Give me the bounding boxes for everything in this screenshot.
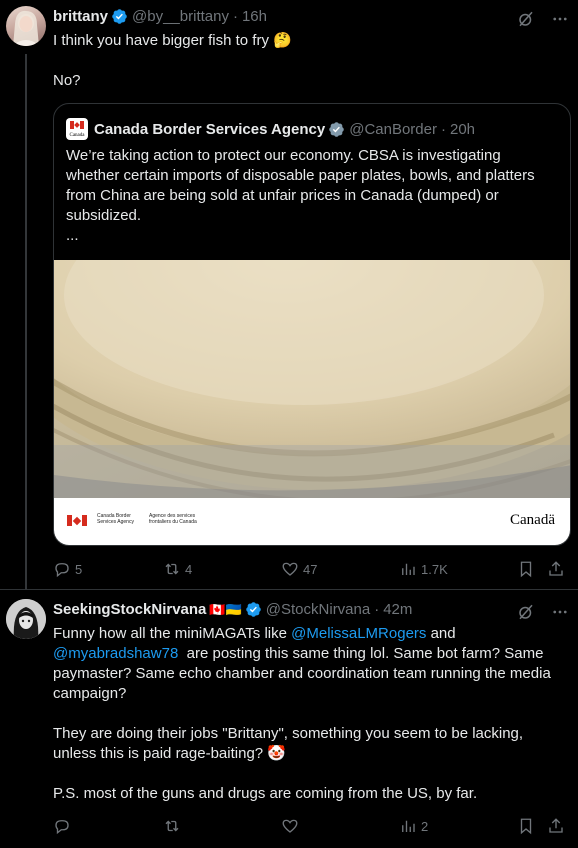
share-button[interactable] (547, 560, 567, 578)
verified-badge-icon (111, 8, 128, 25)
bookmark-icon (520, 561, 532, 578)
separator-dot: · (232, 8, 238, 25)
thread-line (25, 54, 27, 590)
heart-icon (282, 562, 298, 576)
canada-flag-icon (70, 121, 84, 129)
reply-icon (55, 563, 69, 578)
bookmark-button[interactable] (517, 560, 547, 578)
avatar-image (6, 599, 46, 639)
banner-english: Canada Border Services Agency (97, 513, 134, 525)
bookmark-button[interactable] (517, 817, 547, 835)
author-handle[interactable]: @by__brittany (132, 8, 229, 25)
paper-plates-image[interactable] (54, 260, 570, 500)
repost-icon (165, 820, 179, 832)
avatar-brittany[interactable] (6, 6, 46, 46)
author-name[interactable]: brittany (53, 8, 108, 25)
share-icon (549, 818, 563, 833)
avatar-wordmark: Canada (69, 133, 85, 138)
quoted-author-handle[interactable]: @CanBorder (349, 121, 437, 138)
timestamp[interactable]: 16h (242, 8, 267, 25)
views-button[interactable]: 1.7K (399, 560, 517, 578)
grok-icon[interactable] (516, 9, 536, 29)
views-count: 2 (421, 818, 429, 834)
banner-french: Agence des services frontaliers du Canad… (149, 513, 197, 525)
like-count: 47 (303, 561, 318, 577)
paper-plates-illustration (54, 260, 570, 500)
reply-icon (55, 820, 69, 835)
views-button[interactable]: 2 (399, 817, 517, 835)
like-button[interactable] (281, 817, 399, 835)
repost-button[interactable]: 4 (163, 560, 281, 578)
share-button[interactable] (547, 817, 567, 835)
quoted-author-name[interactable]: Canada Border Services Agency (94, 121, 325, 138)
author-name[interactable]: SeekingStockNirvana (53, 601, 206, 618)
quoted-timestamp[interactable]: 20h (450, 121, 475, 138)
reply-button[interactable] (53, 817, 163, 835)
tweet-header: brittany @by__brittany · 16h (53, 8, 518, 25)
tweet-header: SeekingStockNirvana 🇨🇦🇺🇦 @StockNirvana ·… (53, 601, 518, 618)
quoted-tweet[interactable]: Canada Canada Border Services Agency @Ca… (53, 103, 571, 546)
reply-text: Funny how all the miniMAGATs like (53, 625, 292, 642)
tweet-text-line2: No? (53, 72, 81, 89)
tweet-seekingstocknirvana[interactable]: SeekingStockNirvana 🇨🇦🇺🇦 @StockNirvana ·… (0, 590, 578, 848)
repost-count: 4 (185, 561, 193, 577)
canada-flag-icon (67, 515, 87, 526)
reply-paragraph-1: Funny how all the miniMAGATs like @Melis… (53, 624, 562, 704)
reply-text: and (426, 625, 460, 642)
heart-icon (282, 819, 298, 833)
author-handle[interactable]: @StockNirvana (266, 601, 370, 618)
quoted-tweet-header: Canada Canada Border Services Agency @Ca… (66, 118, 475, 140)
share-icon (549, 561, 563, 576)
avatar-seekingstocknirvana[interactable] (6, 599, 46, 639)
mention-link[interactable]: @myabradshaw78 (53, 645, 178, 662)
tweet-text-line1: I think you have bigger fish to fry 🤔 (53, 32, 292, 49)
timestamp[interactable]: 42m (383, 601, 412, 618)
quoted-tweet-text: We’re taking action to protect our econo… (66, 147, 535, 244)
tweet-top-actions (516, 9, 570, 29)
cbsa-avatar[interactable]: Canada (66, 118, 88, 140)
analytics-icon (402, 820, 415, 832)
separator-dot: · (374, 601, 380, 618)
tweet-top-actions (516, 602, 570, 622)
repost-button[interactable] (163, 817, 281, 835)
tweet-brittany[interactable]: brittany @by__brittany · 16h I think you… (0, 0, 578, 590)
repost-icon (165, 563, 179, 575)
verified-gray-badge-icon (328, 121, 345, 138)
separator-dot: · (441, 120, 446, 138)
tweet-actions: 2 (53, 817, 570, 835)
grok-icon[interactable] (516, 602, 536, 622)
analytics-icon (402, 563, 415, 575)
mention-link[interactable]: @MelissaLMRogers (291, 625, 426, 642)
reply-paragraph-2: They are doing their jobs "Brittany", so… (53, 725, 528, 762)
tweet-actions: 5 4 47 1.7K (53, 560, 570, 578)
more-options-icon[interactable] (550, 9, 570, 29)
cbsa-banner: Canada Border Services Agency Agence des… (54, 498, 570, 545)
avatar-image (12, 10, 40, 46)
canada-wordmark: Canadä (510, 512, 555, 528)
verified-badge-icon (245, 601, 262, 618)
more-options-icon[interactable] (550, 602, 570, 622)
like-button[interactable]: 47 (281, 560, 399, 578)
reply-button[interactable]: 5 (53, 560, 163, 578)
reply-count: 5 (75, 561, 83, 577)
flag-emojis: 🇨🇦🇺🇦 (209, 601, 242, 617)
views-count: 1.7K (421, 561, 448, 577)
bookmark-icon (520, 818, 532, 835)
reply-paragraph-3: P.S. most of the guns and drugs are comi… (53, 785, 478, 802)
